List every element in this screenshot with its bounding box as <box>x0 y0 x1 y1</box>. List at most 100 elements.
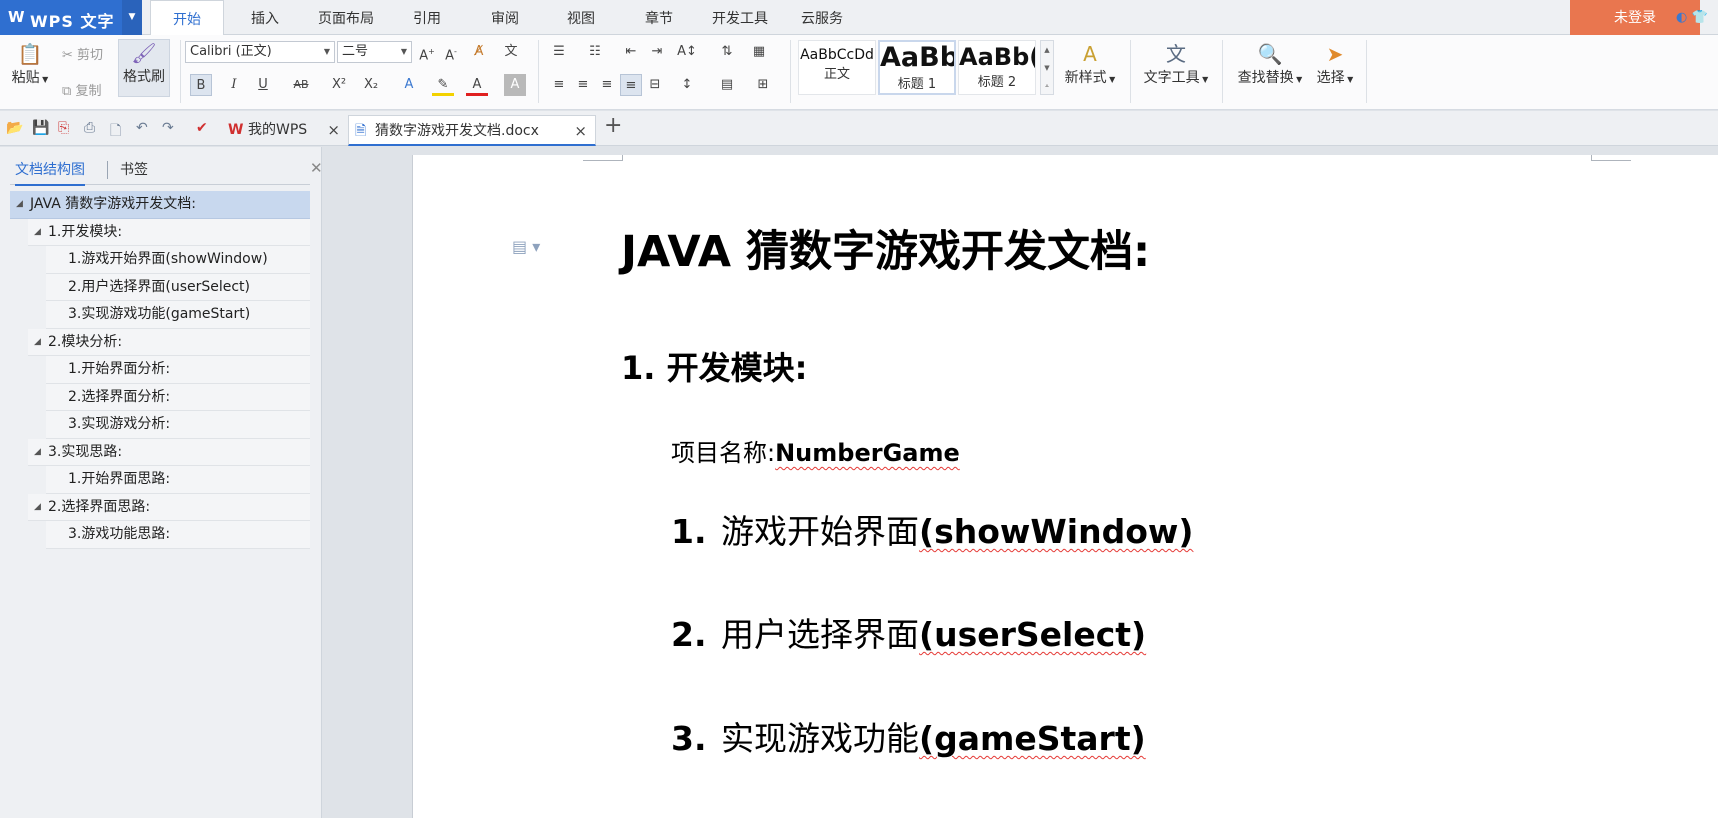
styles-gallery-scroll[interactable]: ▲ ▼ ⩡ <box>1040 40 1054 95</box>
new-tab-button[interactable]: + <box>604 113 622 138</box>
clear-format-icon[interactable]: A̸ <box>468 41 490 63</box>
tab-section[interactable]: 章节 <box>634 0 684 35</box>
list-item[interactable]: 3. 实现游戏功能(gameStart) <box>671 712 1146 760</box>
close-icon[interactable]: × <box>327 115 340 145</box>
tab-document-map[interactable]: 文档结构图 <box>15 159 85 186</box>
document-title[interactable]: JAVA 猜数字游戏开发文档: <box>621 217 1150 279</box>
grow-font-icon[interactable]: A+ <box>416 41 438 63</box>
tab-cloud[interactable]: 云服务 <box>794 0 850 35</box>
outline-item[interactable]: 1.游戏开始界面(showWindow) <box>46 246 310 274</box>
style-heading-2[interactable]: AaBb( 标题 2 <box>958 40 1036 95</box>
tab-view[interactable]: 视图 <box>556 0 606 35</box>
tab-developer[interactable]: 开发工具 <box>704 0 776 35</box>
project-name-line[interactable]: 项目名称:NumberGame <box>671 433 960 468</box>
align-left-icon[interactable]: ≡ <box>548 74 570 96</box>
expand-triangle-icon[interactable]: ◢ <box>34 219 41 246</box>
outline-item[interactable]: 3.实现游戏分析: <box>46 411 310 439</box>
document-heading[interactable]: 1. 开发模块: <box>621 343 807 389</box>
outline-item[interactable]: 2.选择界面分析: <box>46 383 310 411</box>
tab-document[interactable]: 🗎 猜数字游戏开发文档.docx × <box>348 115 596 146</box>
undo-icon[interactable]: ↶ <box>136 120 148 136</box>
redo-icon[interactable]: ↷ <box>162 120 174 136</box>
outline-item[interactable]: ◢ 2.选择界面思路: <box>28 493 310 521</box>
text-direction-icon[interactable]: A↕ <box>676 41 698 63</box>
cut-button[interactable]: ✂ 剪切 <box>62 44 103 63</box>
tab-references[interactable]: 引用 <box>402 0 452 35</box>
sort-icon[interactable]: ⇅ <box>716 41 738 63</box>
skin-icon[interactable]: ◐ <box>1676 10 1687 25</box>
print-preview-icon[interactable]: 🗋 <box>110 120 121 144</box>
close-icon[interactable]: × <box>574 116 587 146</box>
style-heading-1[interactable]: AaBb 标题 1 <box>878 40 956 95</box>
style-normal[interactable]: AaBbCcDd 正文 <box>798 40 876 95</box>
char-shading-icon[interactable]: A <box>504 74 526 96</box>
chevron-down-icon[interactable]: ▼ <box>122 0 142 35</box>
subscript-icon[interactable]: X₂ <box>360 74 382 96</box>
paragraph-handle-icon[interactable]: ▤ ▾ <box>512 237 540 256</box>
font-name-select[interactable]: Calibri (正文) ▼ <box>185 41 335 63</box>
align-right-icon[interactable]: ≡ <box>596 74 618 96</box>
expand-triangle-icon[interactable]: ◢ <box>34 494 41 521</box>
close-icon[interactable]: ✕ <box>310 159 323 177</box>
numbered-list-icon[interactable]: ☷ <box>584 41 606 63</box>
bold-button[interactable]: B <box>190 74 212 96</box>
print-icon[interactable]: ⎙ <box>84 120 95 136</box>
outline-item[interactable]: 3.游戏功能思路: <box>46 521 310 549</box>
tab-page-layout[interactable]: 页面布局 <box>310 0 382 35</box>
borders-table-icon[interactable]: ▦ <box>748 41 770 63</box>
expand-triangle-icon[interactable]: ◢ <box>34 329 41 356</box>
strikethrough-icon[interactable]: AB <box>290 74 312 96</box>
tab-review[interactable]: 审阅 <box>480 0 530 35</box>
justify-icon[interactable]: ≡ <box>620 74 642 96</box>
line-spacing-icon[interactable]: ↕ <box>676 74 698 96</box>
export-pdf-icon[interactable]: ⎘ <box>58 120 69 136</box>
text-effect-icon[interactable]: A <box>398 74 420 96</box>
paragraph-shading-icon[interactable]: ▤ <box>716 74 738 96</box>
outline-tree: ◢ JAVA 猜数字游戏开发文档: ◢ 1.开发模块: 1.游戏开始界面(showWin… <box>10 191 310 549</box>
outline-item[interactable]: 2.用户选择界面(userSelect) <box>46 273 310 301</box>
align-center-icon[interactable]: ≡ <box>572 74 594 96</box>
superscript-icon[interactable]: X² <box>328 74 350 96</box>
text-tools-button[interactable]: 文 文字工具 ▼ <box>1138 41 1214 87</box>
open-folder-icon[interactable]: 📂 <box>6 120 23 136</box>
outline-item[interactable]: ◢ JAVA 猜数字游戏开发文档: <box>10 191 310 219</box>
font-color-icon[interactable]: A <box>466 74 488 96</box>
border-icon[interactable]: ⊞ <box>752 74 774 96</box>
select-button[interactable]: ➤ 选择 ▼ <box>1312 41 1358 87</box>
format-painter-button[interactable]: 🖌 格式刷 <box>118 39 170 97</box>
tab-bookmarks[interactable]: 书签 <box>120 159 148 179</box>
paste-button[interactable]: 📋 粘贴 ▼ <box>8 41 52 87</box>
outline-item-label: JAVA 猜数字游戏开发文档: <box>30 196 196 212</box>
save-icon[interactable]: 💾 <box>32 120 49 136</box>
tab-my-wps[interactable]: W 我的WPS × <box>222 115 348 146</box>
new-style-button[interactable]: A 新样式 ▼ <box>1058 41 1122 87</box>
copy-button[interactable]: ⧉ 复制 <box>62 80 101 99</box>
outline-item[interactable]: ◢ 2.模块分析: <box>28 328 310 356</box>
font-size-select[interactable]: 二号 ▼ <box>337 41 412 63</box>
customize-qa-icon[interactable]: ✔ <box>196 120 208 136</box>
find-replace-button[interactable]: 🔍 查找替换 ▼ <box>1232 41 1308 87</box>
outline-item[interactable]: 1.开始界面分析: <box>46 356 310 384</box>
decrease-indent-icon[interactable]: ⇤ <box>620 41 642 63</box>
app-menu-button[interactable]: W WPS 文字 ▼ <box>0 0 142 35</box>
outline-item[interactable]: 3.实现游戏功能(gameStart) <box>46 301 310 329</box>
bullet-list-icon[interactable]: ☰ <box>548 41 570 63</box>
document-page[interactable]: ▤ ▾ JAVA 猜数字游戏开发文档: 1. 开发模块: 项目名称:Number… <box>412 155 1718 818</box>
underline-button[interactable]: U <box>252 74 274 96</box>
outline-item[interactable]: ◢ 3.实现思路: <box>28 438 310 466</box>
expand-triangle-icon[interactable]: ◢ <box>34 439 41 466</box>
shrink-font-icon[interactable]: A- <box>440 41 462 63</box>
expand-triangle-icon[interactable]: ◢ <box>16 191 23 218</box>
phonetic-icon[interactable]: 文 <box>500 41 522 63</box>
italic-button[interactable]: I <box>223 74 245 96</box>
distributed-icon[interactable]: ⊟ <box>644 74 666 96</box>
list-item[interactable]: 1. 游戏开始界面(showWindow) <box>671 505 1193 553</box>
list-item[interactable]: 2. 用户选择界面(userSelect) <box>671 608 1146 656</box>
outline-item[interactable]: ◢ 1.开发模块: <box>28 218 310 246</box>
tab-start[interactable]: 开始 <box>150 0 224 36</box>
shirt-icon[interactable]: 👕 <box>1691 10 1707 25</box>
tab-insert[interactable]: 插入 <box>240 0 290 35</box>
increase-indent-icon[interactable]: ⇥ <box>646 41 668 63</box>
outline-item[interactable]: 1.开始界面思路: <box>46 466 310 494</box>
highlight-icon[interactable]: ✎ <box>432 74 454 96</box>
